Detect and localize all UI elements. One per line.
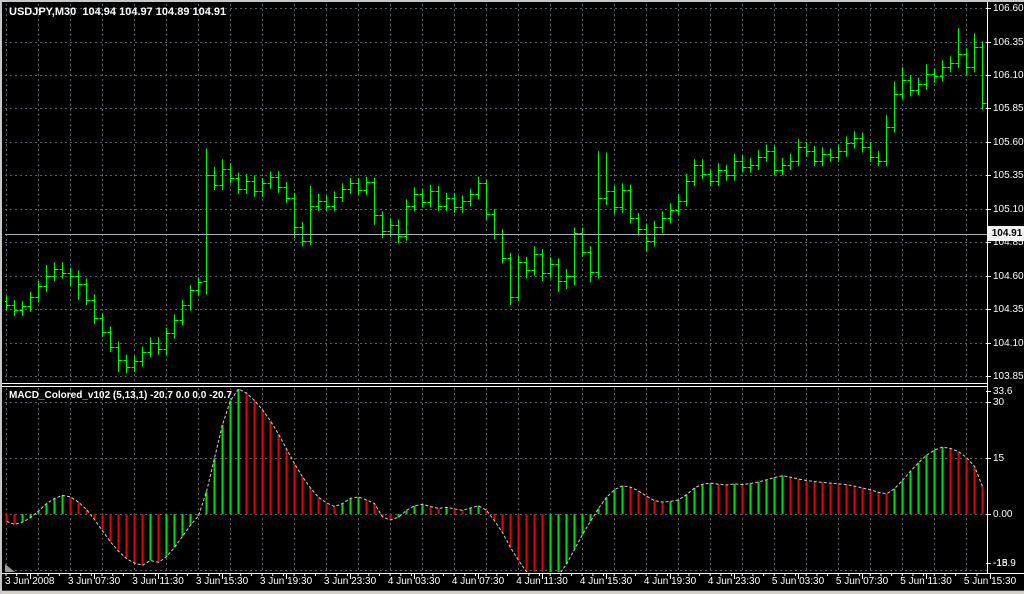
price-axis-label: 104.35 [993, 304, 1024, 315]
macd-panel-area[interactable] [5, 388, 986, 572]
time-axis-label: 4 Jun 03:30 [388, 576, 440, 587]
axis-tick [986, 309, 991, 310]
ohlc-values: 104.94 104.97 104.89 104.91 [82, 6, 226, 18]
axis-tick [986, 75, 991, 76]
time-axis-label: 5 Jun 15:30 [964, 576, 1016, 587]
price-axis-label: 106.10 [993, 70, 1024, 81]
time-axis-label: 4 Jun 11:30 [516, 576, 568, 587]
macd-axis-label: 0.00 [993, 509, 1012, 520]
price-axis-label: 105.35 [993, 170, 1024, 181]
time-axis-label: 4 Jun 07:30 [452, 576, 504, 587]
time-scale-axis[interactable]: 3 Jun 2008 3 Jun 07:30 3 Jun 11:30 3 Jun 15… [2, 574, 1024, 590]
current-price-badge: 104.91 [988, 226, 1024, 241]
price-axis-label: 105.60 [993, 137, 1024, 148]
symbol-period-label: USDJPY,M30 [9, 6, 76, 18]
axis-tick [986, 242, 991, 243]
axis-tick [986, 563, 991, 564]
time-axis-label: 3 Jun 15:30 [196, 576, 248, 587]
time-axis-label: 5 Jun 11:30 [900, 576, 952, 587]
time-axis-label: 3 Jun 07:30 [68, 576, 120, 587]
time-axis-label: 3 Jun 23:30 [324, 576, 376, 587]
window-bottom-edge [2, 590, 1024, 594]
macd-axis-label: -18.9 [993, 558, 1016, 569]
price-scale-axis[interactable]: 104.91 106.60 106.35 106.10 105.85 105.60 105… [986, 2, 1024, 590]
price-axis-label: 104.10 [993, 338, 1024, 349]
price-axis-label: 105.85 [993, 103, 1024, 114]
macd-axis-label: 15 [993, 453, 1004, 464]
time-axis-label: 4 Jun 19:30 [644, 576, 696, 587]
macd-axis-label: 33.6 [993, 386, 1012, 397]
axis-tick [986, 142, 991, 143]
axis-tick [986, 276, 991, 277]
axis-tick [986, 391, 991, 392]
time-axis-label: 4 Jun 15:30 [580, 576, 632, 587]
axis-tick [986, 376, 991, 377]
time-axis-label: 5 Jun 03:30 [772, 576, 824, 587]
axis-tick [986, 458, 991, 459]
axis-tick [986, 514, 991, 515]
price-axis-label: 104.60 [993, 271, 1024, 282]
time-axis-label: 3 Jun 19:30 [260, 576, 312, 587]
time-axis-label: 3 Jun 2008 [5, 576, 55, 587]
price-axis-label: 106.35 [993, 37, 1024, 48]
axis-tick [986, 108, 991, 109]
price-axis-label: 103.85 [993, 371, 1024, 382]
time-axis-label: 3 Jun 11:30 [132, 576, 184, 587]
axis-tick [986, 402, 991, 403]
mt4-chart-window: USDJPY,M30 104.94 104.97 104.89 104.91 M… [0, 0, 1024, 594]
time-axis-label: 5 Jun 07:30 [836, 576, 888, 587]
axis-tick [986, 42, 991, 43]
price-chart-area[interactable] [5, 4, 986, 383]
axis-tick [986, 343, 991, 344]
axis-tick [986, 175, 991, 176]
price-axis-label: 105.10 [993, 204, 1024, 215]
price-axis-label: 106.60 [993, 3, 1024, 14]
macd-indicator-label: MACD_Colored_v102 (5,13,1) -20.7 0.0 0.0… [9, 390, 232, 401]
time-axis-label: 4 Jun 23:30 [708, 576, 760, 587]
axis-tick [986, 8, 991, 9]
chart-title: USDJPY,M30 104.94 104.97 104.89 104.91 [9, 6, 226, 18]
macd-axis-label: 30 [993, 397, 1004, 408]
axis-tick [986, 209, 991, 210]
